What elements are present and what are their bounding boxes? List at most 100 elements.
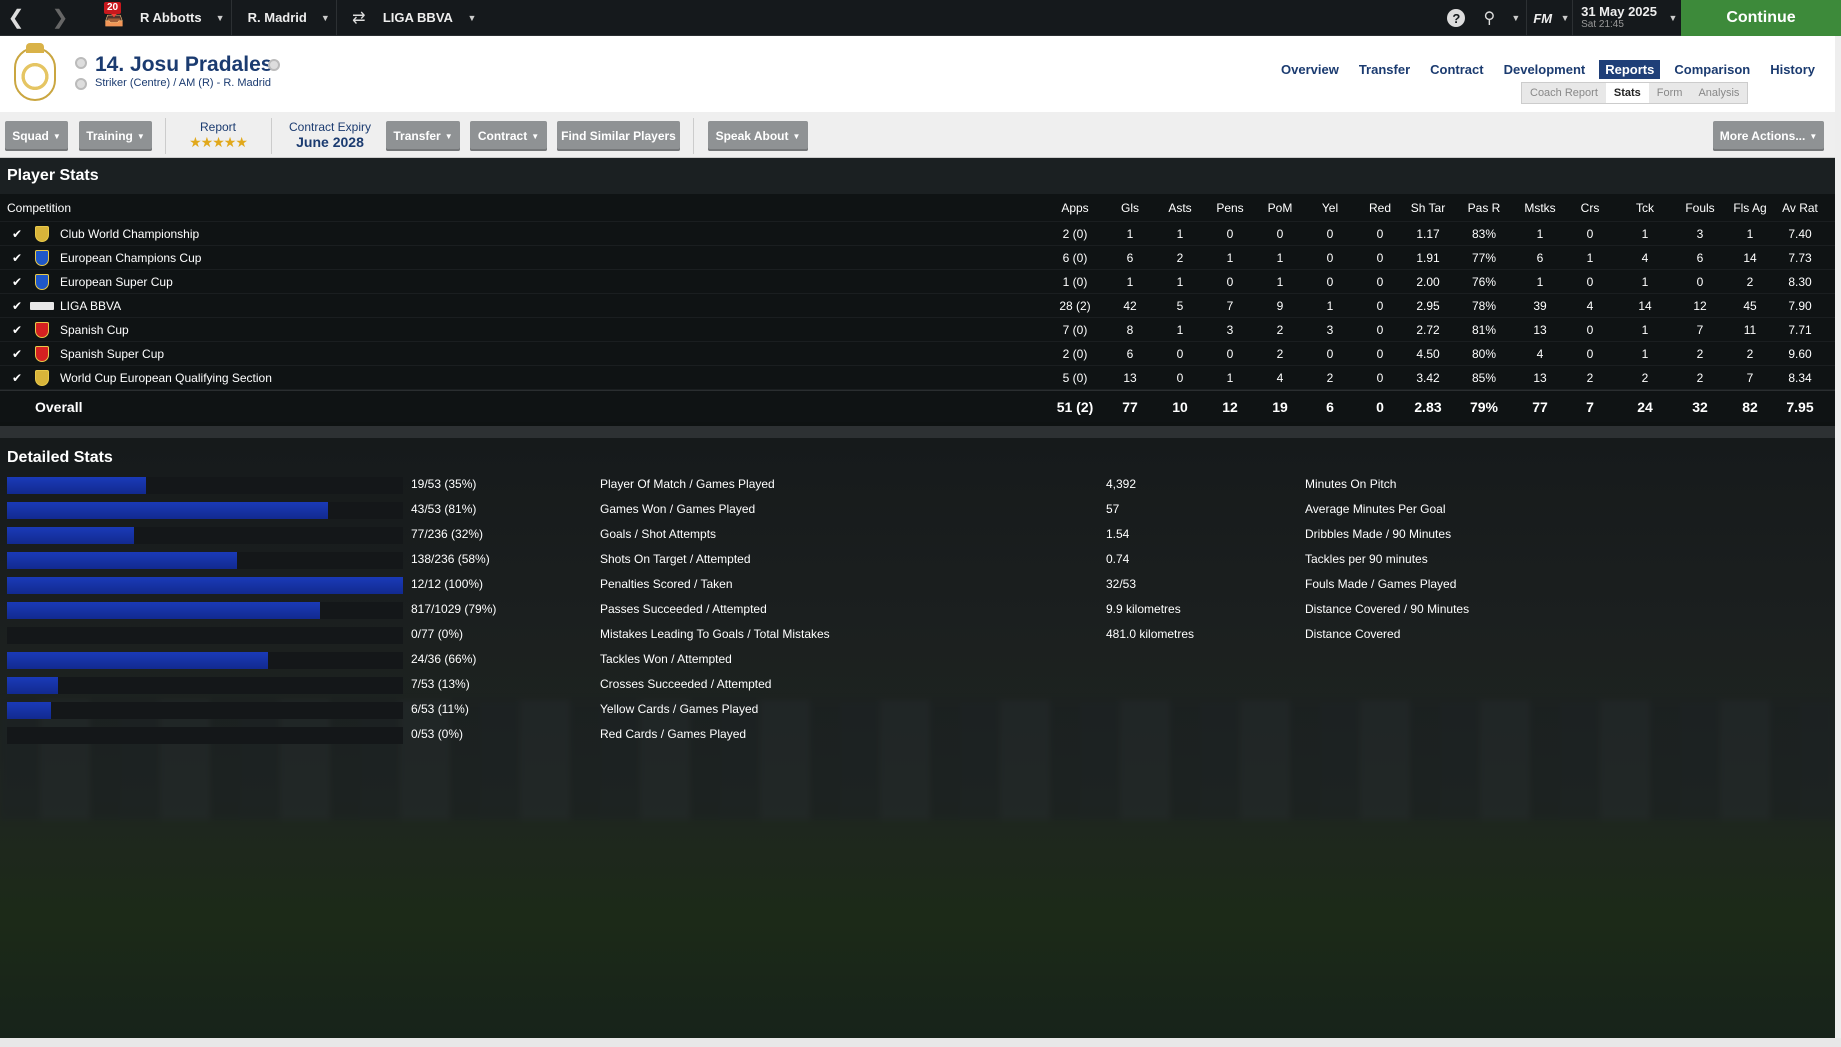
date-display[interactable]: 31 May 2025 Sat 21:45 <box>1572 0 1665 36</box>
checkbox-icon[interactable]: ✔ <box>12 246 22 269</box>
progress-bar <box>7 627 403 644</box>
subtab-coach-report[interactable]: Coach Report <box>1522 83 1606 103</box>
stat-value: 42 <box>1123 298 1137 313</box>
search-dropdown-icon[interactable]: ▼ <box>1505 0 1528 36</box>
swap-icon[interactable]: ⇄ <box>343 0 375 36</box>
stat-value: 2.95 <box>1416 298 1440 313</box>
competition-menu[interactable]: LIGA BBVA <box>375 0 461 36</box>
tab-contract[interactable]: Contract <box>1424 60 1489 79</box>
overall-label: Overall <box>35 398 83 415</box>
column-header[interactable]: Red <box>1358 194 1402 221</box>
tab-comparison[interactable]: Comparison <box>1668 60 1756 79</box>
column-header[interactable]: Apps <box>1045 194 1105 221</box>
help-icon[interactable]: ? <box>1447 9 1466 27</box>
continue-button[interactable]: Continue <box>1681 0 1841 36</box>
table-row[interactable]: ✔ LIGA BBVA 28 (2) 42 5 7 9 1 0 2.95 78% 39 4 14 12 45 7… <box>0 294 1835 318</box>
player-stats-table: Competition Apps Gls Asts Pens PoM Yel Red Sh Ta… <box>0 194 1835 422</box>
tab-history[interactable]: History <box>1764 60 1821 79</box>
transfer-button[interactable]: Transfer ▼ <box>386 121 460 151</box>
club-dropdown-icon[interactable]: ▼ <box>315 0 337 36</box>
checkbox-icon[interactable]: ✔ <box>12 366 22 389</box>
stat-value: 0 <box>1586 274 1594 289</box>
stat-value: 3.42 <box>1416 370 1440 385</box>
table-row[interactable]: ✔ Spanish Cup 7 (0) 8 1 3 2 3 0 2.72 81% 13 0 1 7 11 7.7… <box>0 318 1835 342</box>
back-arrow-icon[interactable]: ❮ <box>0 0 32 36</box>
find-similar-players-button[interactable]: Find Similar Players <box>557 121 680 151</box>
column-header[interactable]: PoM <box>1258 194 1302 221</box>
table-row[interactable]: ✔ Spanish Super Cup 2 (0) 6 0 0 2 0 0 4.50 80% 4 0 1 2… <box>0 342 1835 366</box>
club-menu[interactable]: R. Madrid <box>240 0 315 36</box>
stat-value: 5 <box>1176 298 1184 313</box>
manager-dropdown-icon[interactable]: ▼ <box>210 0 232 36</box>
stat-value: 83% <box>1471 226 1497 241</box>
column-header[interactable]: Gls <box>1108 194 1152 221</box>
subtab-stats[interactable]: Stats <box>1605 83 1649 103</box>
report-rating[interactable]: Report ★★★★★ <box>178 120 258 151</box>
column-header[interactable]: Fouls <box>1675 194 1725 221</box>
search-icon[interactable]: ⚲ <box>1473 0 1505 36</box>
detail-value: 24/36 (66%) <box>411 652 477 666</box>
progress-bar <box>7 602 403 619</box>
table-row[interactable]: ✔ World Cup European Qualifying Section 5 … <box>0 366 1835 390</box>
squad-button[interactable]: Squad ▼ <box>5 121 68 151</box>
column-header[interactable]: Tck <box>1620 194 1670 221</box>
training-button[interactable]: Training ▼ <box>79 121 152 151</box>
subtab-form[interactable]: Form <box>1649 83 1691 103</box>
overall-value: 10 <box>1172 398 1188 415</box>
column-header-competition[interactable]: Competition <box>7 194 307 221</box>
speak-about-button[interactable]: Speak About ▼ <box>708 121 808 151</box>
stat-value: 2 (0) <box>1062 346 1088 361</box>
divider <box>165 118 166 154</box>
competition-name: Club World Championship <box>60 226 200 241</box>
fm-dropdown-icon[interactable]: ▼ <box>1558 0 1572 36</box>
stat-value: 0 <box>1376 274 1384 289</box>
tab-reports[interactable]: Reports <box>1599 60 1661 79</box>
column-header[interactable]: Yel <box>1308 194 1352 221</box>
date-dropdown-icon[interactable]: ▼ <box>1665 0 1681 36</box>
table-row[interactable]: ✔ European Champions Cup 6 (0) 6 2 1 1 0 0 1.91 77… <box>0 246 1835 270</box>
interest-icon[interactable] <box>75 78 87 90</box>
stat-value: 2 (0) <box>1062 226 1088 241</box>
column-header[interactable]: Mstks <box>1515 194 1565 221</box>
competition-dropdown-icon[interactable]: ▼ <box>461 0 483 36</box>
subtab-analysis[interactable]: Analysis <box>1690 83 1747 103</box>
stat-value: 85% <box>1471 370 1497 385</box>
column-header[interactable]: Pas R <box>1459 194 1509 221</box>
column-header[interactable]: Crs <box>1570 194 1610 221</box>
detail-row: 7/53 (13%) Crosses Succeeded / Attempted <box>0 672 1835 697</box>
column-header[interactable]: Asts <box>1158 194 1202 221</box>
detail-label: Distance Covered / 90 Minutes <box>1305 602 1470 616</box>
checkbox-icon[interactable]: ✔ <box>12 318 22 341</box>
stat-value: 0 <box>1326 346 1334 361</box>
checkbox-icon[interactable]: ✔ <box>12 270 22 293</box>
checkbox-icon[interactable]: ✔ <box>12 342 22 365</box>
stat-value: 2 <box>1586 370 1594 385</box>
tab-overview[interactable]: Overview <box>1275 60 1345 79</box>
stat-value: 2 <box>1746 346 1754 361</box>
inbox-button[interactable]: 📥 20 <box>96 0 132 36</box>
table-row[interactable]: ✔ European Super Cup 1 (0) 1 1 0 1 0 0 2.00 76% 1 0 1… <box>0 270 1835 294</box>
forward-arrow-icon[interactable]: ❯ <box>44 0 76 36</box>
fm-menu[interactable]: FM <box>1527 11 1558 26</box>
stat-value: 3 <box>1696 226 1704 241</box>
column-header[interactable]: Fls Ag <box>1728 194 1772 221</box>
checkbox-icon[interactable]: ✔ <box>12 222 22 245</box>
stat-value: 0 <box>1376 346 1384 361</box>
manager-menu[interactable]: R Abbotts <box>132 0 210 36</box>
tab-development[interactable]: Development <box>1498 60 1592 79</box>
overall-value: 12 <box>1222 398 1238 415</box>
more-actions-button[interactable]: More Actions... ▼ <box>1713 121 1824 151</box>
column-header[interactable]: Pens <box>1208 194 1252 221</box>
contract-button[interactable]: Contract ▼ <box>470 121 547 151</box>
report-label: Report <box>199 120 237 134</box>
column-header[interactable]: Av Rat <box>1776 194 1824 221</box>
column-header[interactable]: Sh Tar <box>1403 194 1453 221</box>
stat-value: 6 <box>1126 250 1134 265</box>
scrollbar[interactable] <box>1835 36 1841 1038</box>
contract-expiry-value: June 2028 <box>296 134 364 150</box>
shortlist-icon[interactable] <box>75 57 87 69</box>
table-row[interactable]: ✔ Club World Championship 2 (0) 1 1 0 0 0 0 1.17 8… <box>0 222 1835 246</box>
detail-label: Goals / Shot Attempts <box>600 527 717 541</box>
tab-transfer[interactable]: Transfer <box>1353 60 1416 79</box>
checkbox-icon[interactable]: ✔ <box>12 294 22 317</box>
